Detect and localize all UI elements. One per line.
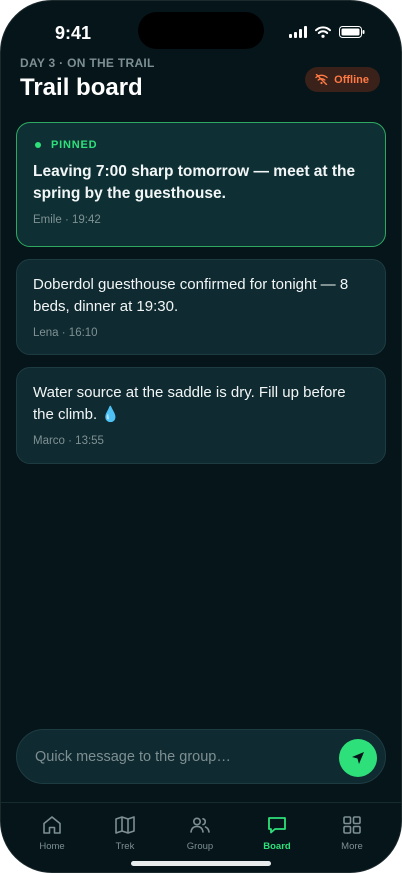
pinned-message-card[interactable]: PINNED Leaving 7:00 sharp tomorrow — mee… [16, 122, 386, 247]
tab-more[interactable]: More [322, 814, 382, 852]
wifi-off-icon [315, 74, 328, 85]
home-indicator [131, 861, 271, 866]
tab-label: Trek [115, 841, 135, 852]
battery-icon [339, 26, 365, 38]
tab-label: Board [263, 841, 291, 852]
tab-group[interactable]: Group [170, 814, 230, 852]
cellular-signal-icon [289, 26, 307, 38]
status-time: 9:41 [55, 23, 92, 43]
tab-label: Home [39, 841, 65, 852]
pinned-label: PINNED [51, 139, 98, 151]
quick-message-input[interactable] [35, 730, 335, 783]
message-text: Leaving 7:00 sharp tomorrow — meet at th… [33, 163, 356, 202]
send-icon [352, 752, 364, 764]
day-eyebrow: DAY 3 · ON THE TRAIL [20, 56, 155, 70]
offline-label: Offline [334, 73, 369, 86]
group-icon [190, 817, 210, 833]
message-meta: Marco · 13:55 [33, 435, 104, 447]
message-meta: Lena · 16:10 [33, 327, 98, 339]
tab-home[interactable]: Home [22, 814, 82, 852]
message-meta: Emile · 19:42 [33, 214, 101, 226]
page-title: Trail board [20, 74, 143, 101]
message-text: Water source at the saddle is dry. Fill … [33, 384, 346, 423]
message-text: Doberdol guesthouse confirmed for tonigh… [33, 276, 349, 315]
pin-dot-icon [35, 142, 41, 148]
send-button[interactable] [339, 739, 377, 777]
grid-icon [343, 816, 361, 834]
dynamic-island [138, 12, 264, 49]
status-icons [289, 26, 365, 38]
tab-trek[interactable]: Trek [95, 814, 155, 852]
offline-badge[interactable]: Offline [305, 67, 380, 92]
map-icon [115, 816, 135, 834]
home-icon [43, 816, 61, 834]
tab-label: Group [186, 841, 214, 852]
wifi-icon [315, 26, 331, 38]
phone-frame: 9:41 DAY 3 · ON THE TRAIL Trail board Of… [0, 0, 402, 873]
message-composer [16, 729, 386, 784]
tab-board[interactable]: Board [247, 814, 307, 852]
chat-icon [268, 817, 286, 834]
message-card[interactable]: Water source at the saddle is dry. Fill … [16, 367, 386, 464]
message-card[interactable]: Doberdol guesthouse confirmed for tonigh… [16, 259, 386, 355]
tab-label: More [341, 841, 363, 852]
